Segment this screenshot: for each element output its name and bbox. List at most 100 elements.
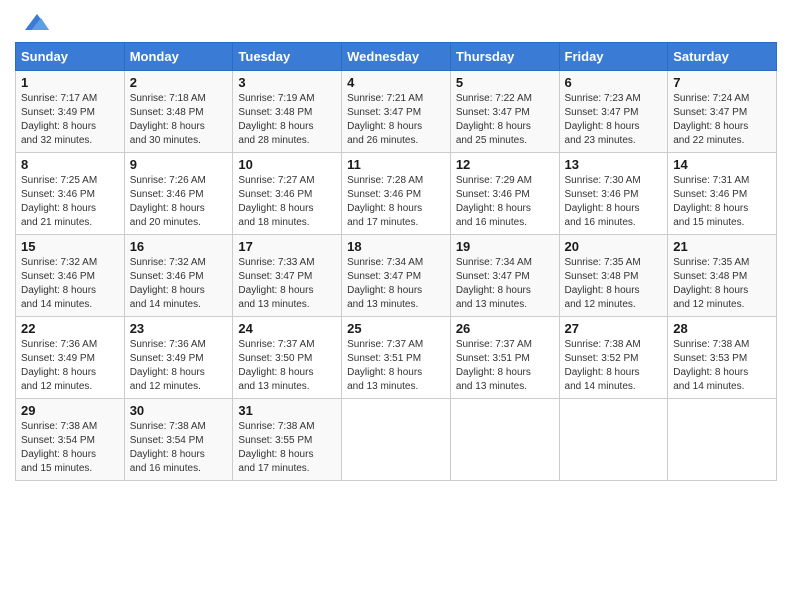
day-info: Sunrise: 7:27 AM Sunset: 3:46 PM Dayligh… bbox=[238, 174, 336, 230]
day-info: Sunrise: 7:37 AM Sunset: 3:51 PM Dayligh… bbox=[456, 338, 554, 394]
calendar-cell: 18 Sunrise: 7:34 AM Sunset: 3:47 PM Dayli… bbox=[342, 235, 451, 317]
day-info: Sunrise: 7:31 AM Sunset: 3:46 PM Dayligh… bbox=[673, 174, 771, 230]
day-info: Sunrise: 7:37 AM Sunset: 3:50 PM Dayligh… bbox=[238, 338, 336, 394]
day-number: 18 bbox=[347, 239, 445, 254]
day-number: 23 bbox=[130, 321, 228, 336]
calendar-cell: 5 Sunrise: 7:22 AM Sunset: 3:47 PM Daylig… bbox=[450, 71, 559, 153]
day-number: 2 bbox=[130, 75, 228, 90]
col-header-thursday: Thursday bbox=[450, 43, 559, 71]
logo-icon bbox=[17, 10, 49, 34]
col-header-friday: Friday bbox=[559, 43, 668, 71]
day-info: Sunrise: 7:35 AM Sunset: 3:48 PM Dayligh… bbox=[565, 256, 663, 312]
calendar-week-row: 22 Sunrise: 7:36 AM Sunset: 3:49 PM Dayli… bbox=[16, 317, 777, 399]
calendar-cell: 6 Sunrise: 7:23 AM Sunset: 3:47 PM Daylig… bbox=[559, 71, 668, 153]
day-number: 6 bbox=[565, 75, 663, 90]
calendar-week-row: 29 Sunrise: 7:38 AM Sunset: 3:54 PM Dayli… bbox=[16, 399, 777, 481]
day-number: 27 bbox=[565, 321, 663, 336]
day-info: Sunrise: 7:26 AM Sunset: 3:46 PM Dayligh… bbox=[130, 174, 228, 230]
day-info: Sunrise: 7:38 AM Sunset: 3:53 PM Dayligh… bbox=[673, 338, 771, 394]
day-number: 30 bbox=[130, 403, 228, 418]
day-number: 29 bbox=[21, 403, 119, 418]
calendar-cell: 1 Sunrise: 7:17 AM Sunset: 3:49 PM Daylig… bbox=[16, 71, 125, 153]
day-number: 19 bbox=[456, 239, 554, 254]
day-number: 11 bbox=[347, 157, 445, 172]
day-info: Sunrise: 7:35 AM Sunset: 3:48 PM Dayligh… bbox=[673, 256, 771, 312]
day-number: 1 bbox=[21, 75, 119, 90]
day-info: Sunrise: 7:32 AM Sunset: 3:46 PM Dayligh… bbox=[21, 256, 119, 312]
calendar-week-row: 15 Sunrise: 7:32 AM Sunset: 3:46 PM Dayli… bbox=[16, 235, 777, 317]
day-number: 28 bbox=[673, 321, 771, 336]
day-info: Sunrise: 7:18 AM Sunset: 3:48 PM Dayligh… bbox=[130, 92, 228, 148]
day-number: 24 bbox=[238, 321, 336, 336]
calendar-cell: 24 Sunrise: 7:37 AM Sunset: 3:50 PM Dayli… bbox=[233, 317, 342, 399]
calendar-cell: 21 Sunrise: 7:35 AM Sunset: 3:48 PM Dayli… bbox=[668, 235, 777, 317]
calendar-cell: 30 Sunrise: 7:38 AM Sunset: 3:54 PM Dayli… bbox=[124, 399, 233, 481]
day-info: Sunrise: 7:19 AM Sunset: 3:48 PM Dayligh… bbox=[238, 92, 336, 148]
calendar-header-row: SundayMondayTuesdayWednesdayThursdayFrid… bbox=[16, 43, 777, 71]
day-info: Sunrise: 7:25 AM Sunset: 3:46 PM Dayligh… bbox=[21, 174, 119, 230]
day-number: 9 bbox=[130, 157, 228, 172]
day-info: Sunrise: 7:29 AM Sunset: 3:46 PM Dayligh… bbox=[456, 174, 554, 230]
col-header-tuesday: Tuesday bbox=[233, 43, 342, 71]
day-info: Sunrise: 7:24 AM Sunset: 3:47 PM Dayligh… bbox=[673, 92, 771, 148]
day-info: Sunrise: 7:37 AM Sunset: 3:51 PM Dayligh… bbox=[347, 338, 445, 394]
day-number: 5 bbox=[456, 75, 554, 90]
day-number: 17 bbox=[238, 239, 336, 254]
day-info: Sunrise: 7:32 AM Sunset: 3:46 PM Dayligh… bbox=[130, 256, 228, 312]
day-info: Sunrise: 7:36 AM Sunset: 3:49 PM Dayligh… bbox=[21, 338, 119, 394]
day-number: 15 bbox=[21, 239, 119, 254]
calendar-cell: 2 Sunrise: 7:18 AM Sunset: 3:48 PM Daylig… bbox=[124, 71, 233, 153]
day-number: 4 bbox=[347, 75, 445, 90]
day-number: 8 bbox=[21, 157, 119, 172]
col-header-saturday: Saturday bbox=[668, 43, 777, 71]
day-info: Sunrise: 7:38 AM Sunset: 3:55 PM Dayligh… bbox=[238, 420, 336, 476]
calendar-table: SundayMondayTuesdayWednesdayThursdayFrid… bbox=[15, 42, 777, 481]
day-info: Sunrise: 7:21 AM Sunset: 3:47 PM Dayligh… bbox=[347, 92, 445, 148]
day-number: 3 bbox=[238, 75, 336, 90]
calendar-cell: 12Sunrise: 7:29 AM Sunset: 3:46 PM Dayli… bbox=[450, 153, 559, 235]
calendar-cell: 31 Sunrise: 7:38 AM Sunset: 3:55 PM Dayli… bbox=[233, 399, 342, 481]
calendar-cell bbox=[559, 399, 668, 481]
col-header-monday: Monday bbox=[124, 43, 233, 71]
day-info: Sunrise: 7:17 AM Sunset: 3:49 PM Dayligh… bbox=[21, 92, 119, 148]
calendar-cell: 19 Sunrise: 7:34 AM Sunset: 3:47 PM Dayli… bbox=[450, 235, 559, 317]
day-info: Sunrise: 7:34 AM Sunset: 3:47 PM Dayligh… bbox=[456, 256, 554, 312]
day-info: Sunrise: 7:38 AM Sunset: 3:54 PM Dayligh… bbox=[130, 420, 228, 476]
page-header bbox=[15, 10, 777, 34]
logo bbox=[15, 10, 41, 34]
calendar-cell: 9 Sunrise: 7:26 AM Sunset: 3:46 PM Daylig… bbox=[124, 153, 233, 235]
calendar-cell bbox=[450, 399, 559, 481]
day-info: Sunrise: 7:23 AM Sunset: 3:47 PM Dayligh… bbox=[565, 92, 663, 148]
day-info: Sunrise: 7:36 AM Sunset: 3:49 PM Dayligh… bbox=[130, 338, 228, 394]
calendar-week-row: 8 Sunrise: 7:25 AM Sunset: 3:46 PM Daylig… bbox=[16, 153, 777, 235]
day-info: Sunrise: 7:33 AM Sunset: 3:47 PM Dayligh… bbox=[238, 256, 336, 312]
calendar-cell: 20Sunrise: 7:35 AM Sunset: 3:48 PM Dayli… bbox=[559, 235, 668, 317]
calendar-cell: 28 Sunrise: 7:38 AM Sunset: 3:53 PM Dayli… bbox=[668, 317, 777, 399]
calendar-cell: 4 Sunrise: 7:21 AM Sunset: 3:47 PM Daylig… bbox=[342, 71, 451, 153]
day-number: 31 bbox=[238, 403, 336, 418]
calendar-cell: 17 Sunrise: 7:33 AM Sunset: 3:47 PM Dayli… bbox=[233, 235, 342, 317]
day-info: Sunrise: 7:38 AM Sunset: 3:54 PM Dayligh… bbox=[21, 420, 119, 476]
day-number: 13 bbox=[565, 157, 663, 172]
day-number: 22 bbox=[21, 321, 119, 336]
calendar-cell: 8 Sunrise: 7:25 AM Sunset: 3:46 PM Daylig… bbox=[16, 153, 125, 235]
day-number: 16 bbox=[130, 239, 228, 254]
calendar-cell: 14 Sunrise: 7:31 AM Sunset: 3:46 PM Dayli… bbox=[668, 153, 777, 235]
day-info: Sunrise: 7:22 AM Sunset: 3:47 PM Dayligh… bbox=[456, 92, 554, 148]
col-header-wednesday: Wednesday bbox=[342, 43, 451, 71]
calendar-cell: 22 Sunrise: 7:36 AM Sunset: 3:49 PM Dayli… bbox=[16, 317, 125, 399]
calendar-cell: 25Sunrise: 7:37 AM Sunset: 3:51 PM Dayli… bbox=[342, 317, 451, 399]
calendar-cell: 16 Sunrise: 7:32 AM Sunset: 3:46 PM Dayli… bbox=[124, 235, 233, 317]
day-info: Sunrise: 7:30 AM Sunset: 3:46 PM Dayligh… bbox=[565, 174, 663, 230]
calendar-cell bbox=[342, 399, 451, 481]
day-number: 14 bbox=[673, 157, 771, 172]
col-header-sunday: Sunday bbox=[16, 43, 125, 71]
day-info: Sunrise: 7:38 AM Sunset: 3:52 PM Dayligh… bbox=[565, 338, 663, 394]
day-number: 7 bbox=[673, 75, 771, 90]
page-container: SundayMondayTuesdayWednesdayThursdayFrid… bbox=[0, 0, 792, 491]
calendar-cell: 27 Sunrise: 7:38 AM Sunset: 3:52 PM Dayli… bbox=[559, 317, 668, 399]
day-info: Sunrise: 7:34 AM Sunset: 3:47 PM Dayligh… bbox=[347, 256, 445, 312]
calendar-cell: 13 Sunrise: 7:30 AM Sunset: 3:46 PM Dayli… bbox=[559, 153, 668, 235]
day-number: 21 bbox=[673, 239, 771, 254]
day-number: 10 bbox=[238, 157, 336, 172]
